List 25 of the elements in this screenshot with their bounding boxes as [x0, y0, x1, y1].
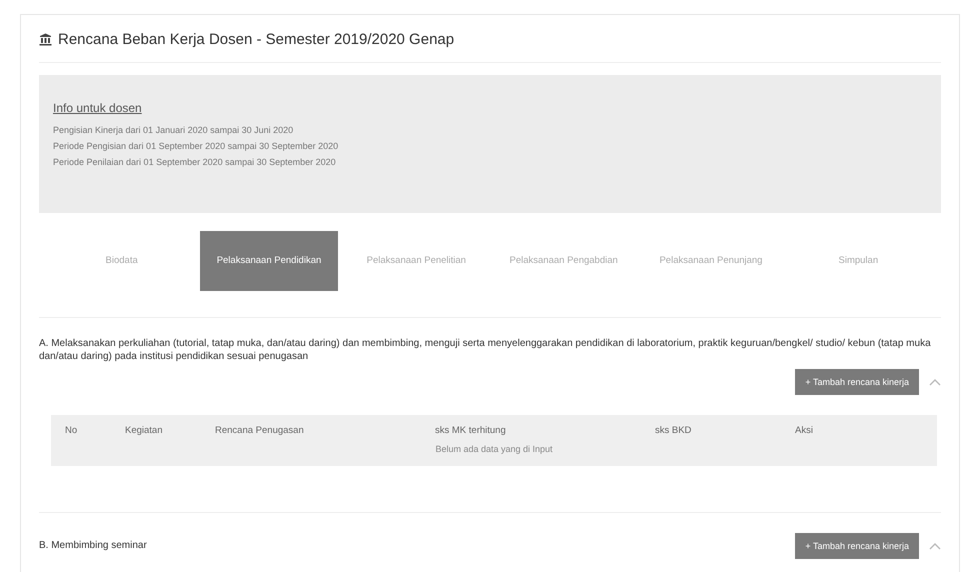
- tab[interactable]: Simpulan: [790, 231, 927, 291]
- column-header: No: [65, 425, 78, 436]
- column-header: sks MK terhitung: [435, 425, 507, 436]
- info-text: Periode Pengisian dari 01 September 2020 sampai 30 September 2020: [53, 141, 340, 151]
- add-button[interactable]: + Tambah rencana kinerja: [795, 369, 919, 395]
- info-text: Pengisian Kinerja dari 01 Januari 2020 sampai 30 Juni 2020: [53, 125, 294, 135]
- column-header: Kegiatan: [125, 425, 164, 436]
- column-header: Aksi: [795, 425, 814, 436]
- chevron-up-icon[interactable]: [929, 378, 941, 386]
- tab[interactable]: Pelaksanaan Pengabdian: [494, 231, 632, 291]
- column-header: Rencana Penugasan: [215, 425, 305, 436]
- tab[interactable]: Biodata: [53, 231, 190, 291]
- page-title: Rencana Beban Kerja Dosen - Semester 2019/2020 Genap: [58, 31, 454, 48]
- column-header: sks BKD: [655, 425, 692, 436]
- section-title: B. Membimbing seminar: [39, 540, 147, 552]
- empty-message: Belum ada data yang di Input: [435, 444, 553, 454]
- institution-icon: [39, 33, 52, 46]
- tab[interactable]: Pelaksanaan Penelitian: [348, 231, 485, 291]
- chevron-up-icon[interactable]: [929, 542, 941, 550]
- section-title: A. Melaksanakan perkuliahan (tutorial, tatap muka, dan/atau daring) dan membimbing, menguji serta menyelenggarakan pendidikan di laboratorium, praktik keguruan/bengkel/ studio/ kebun (tatap muka dan/atau daring) pada institusi pendidikan sesuai penugasan: [39, 338, 932, 363]
- info-heading: Info untuk dosen: [53, 101, 143, 115]
- info-text: Periode Penilaian dari 01 September 2020 sampai 30 September 2020: [53, 157, 337, 167]
- tab[interactable]: Pelaksanaan Pendidikan: [200, 231, 338, 291]
- add-button[interactable]: + Tambah rencana kinerja: [795, 533, 919, 559]
- tab[interactable]: Pelaksanaan Penunjang: [642, 231, 780, 291]
